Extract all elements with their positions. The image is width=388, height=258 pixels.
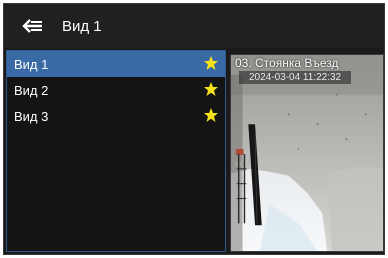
view-item-2[interactable]: Вид 2 xyxy=(7,77,225,103)
header-bar: Вид 1 xyxy=(4,4,384,48)
view-item-1[interactable]: Вид 1 xyxy=(7,51,225,77)
view-item-label: Вид 3 xyxy=(14,108,49,124)
views-list: Вид 1 Вид 2 Вид 3 xyxy=(6,50,226,252)
view-item-label: Вид 1 xyxy=(14,56,49,72)
view-item-3[interactable]: Вид 3 xyxy=(7,103,225,129)
back-button[interactable] xyxy=(18,11,48,41)
camera-feed-image xyxy=(231,55,383,251)
camera-title: 03. Стоянка Въезд xyxy=(235,56,339,70)
app-window: Вид 1 Вид 1 Вид 2 Вид 3 03. Стоянка Въез… xyxy=(3,3,385,255)
back-arrow-icon xyxy=(22,19,42,33)
star-icon[interactable] xyxy=(203,81,219,97)
star-icon[interactable] xyxy=(203,107,219,123)
camera-timestamp: 2024-03-04 11:22:32 xyxy=(239,71,352,84)
camera-view[interactable]: 03. Стоянка Въезд 2024-03-04 11:22:32 xyxy=(230,54,384,252)
main-content: Вид 1 Вид 2 Вид 3 03. Стоянка Въезд 2024… xyxy=(4,48,384,254)
view-item-label: Вид 2 xyxy=(14,82,49,98)
page-title: Вид 1 xyxy=(62,17,102,35)
star-icon[interactable] xyxy=(203,55,219,71)
